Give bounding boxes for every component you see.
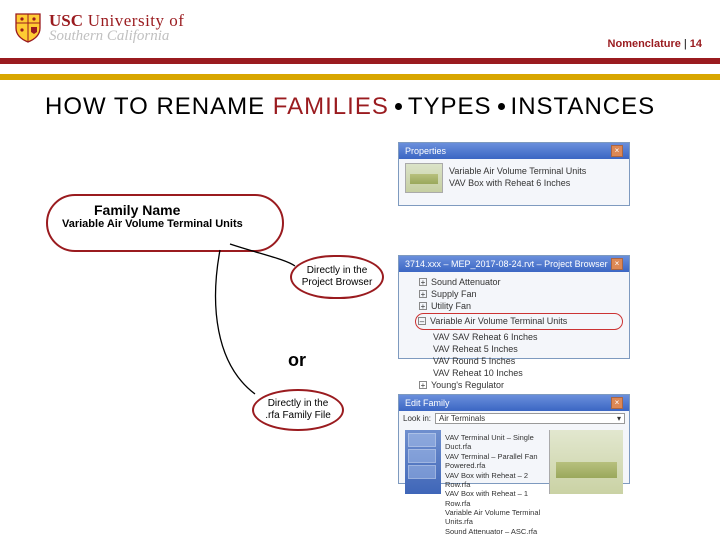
properties-title: Properties bbox=[405, 146, 446, 156]
family-name-value: Variable Air Volume Terminal Units bbox=[62, 218, 268, 230]
tree-item[interactable]: VAV SAV Reheat 6 Inches bbox=[433, 331, 538, 343]
project-browser-tree[interactable]: + Sound Attenuator + Supply Fan + Utility F… bbox=[399, 272, 629, 395]
shield-icon bbox=[15, 13, 41, 43]
family-thumbnail bbox=[405, 163, 443, 193]
properties-panel: Properties × Variable Air Volume Termina… bbox=[398, 142, 630, 206]
place-icon[interactable] bbox=[408, 433, 436, 447]
page-number: 14 bbox=[690, 38, 702, 50]
close-icon[interactable]: × bbox=[611, 397, 623, 409]
close-icon[interactable]: × bbox=[611, 145, 623, 157]
bubble-project-browser-text: Directly in the Project Browser bbox=[298, 265, 376, 289]
file-dialog-titlebar: Edit Family × bbox=[399, 395, 629, 411]
file-item[interactable]: VAV Box with Reheat – 1 Row.rfa bbox=[445, 489, 545, 508]
bubble-rfa-file: Directly in the .rfa Family File bbox=[252, 389, 344, 431]
expand-icon[interactable]: + bbox=[419, 290, 427, 298]
family-name-label: Family Name bbox=[94, 202, 268, 218]
file-list[interactable]: VAV Terminal Unit – Single Duct.rfa VAV … bbox=[441, 430, 549, 494]
tree-item[interactable]: Utility Fan bbox=[431, 300, 471, 312]
section-name: Nomenclature bbox=[608, 38, 681, 50]
properties-text: Variable Air Volume Terminal Units VAV B… bbox=[449, 166, 586, 189]
or-label: or bbox=[288, 350, 306, 371]
places-sidebar[interactable] bbox=[405, 430, 441, 494]
title-types: TYPES bbox=[408, 93, 492, 120]
title-instances: INSTANCES bbox=[511, 93, 656, 120]
lookin-combo[interactable]: Air Terminals ▾ bbox=[435, 413, 625, 424]
bubble-rfa-file-text: Directly in the .rfa Family File bbox=[260, 398, 336, 422]
close-icon[interactable]: × bbox=[611, 258, 623, 270]
tree-item[interactable]: VAV Round 5 Inches bbox=[433, 355, 515, 367]
collapse-icon[interactable]: – bbox=[418, 317, 426, 325]
logo-text: USC University of Southern California bbox=[49, 12, 184, 44]
slide-title: HOW TO RENAME FAMILIES TYPES INSTANCES bbox=[45, 93, 655, 121]
tree-item[interactable]: Sound Attenuator bbox=[431, 276, 501, 288]
usc-logo: USC University of Southern California bbox=[15, 12, 184, 44]
bullet-dot-icon bbox=[498, 103, 505, 110]
place-icon[interactable] bbox=[408, 465, 436, 479]
expand-icon[interactable]: + bbox=[419, 302, 427, 310]
breadcrumb: Nomenclature|14 bbox=[608, 38, 702, 50]
header: USC University of Southern California No… bbox=[0, 0, 720, 78]
tree-item[interactable]: Variable Air Volume Terminal Units bbox=[430, 315, 567, 327]
expand-icon[interactable]: + bbox=[419, 278, 427, 286]
tree-item[interactable]: Supply Fan bbox=[431, 288, 477, 300]
highlighted-family-row: –Variable Air Volume Terminal Units bbox=[415, 313, 623, 329]
tree-item[interactable]: Young's Regulator bbox=[431, 379, 504, 391]
file-item[interactable]: VAV Terminal Unit – Single Duct.rfa bbox=[445, 433, 545, 452]
tree-item[interactable]: VAV Reheat 5 Inches bbox=[433, 343, 518, 355]
file-preview bbox=[549, 430, 623, 494]
file-dialog-title: Edit Family bbox=[405, 398, 450, 408]
properties-family-name: Variable Air Volume Terminal Units bbox=[449, 166, 586, 178]
lookin-row: Look in: Air Terminals ▾ bbox=[399, 411, 629, 426]
properties-titlebar: Properties × bbox=[399, 143, 629, 159]
title-prefix: HOW TO RENAME bbox=[45, 93, 273, 120]
file-item[interactable]: VAV Terminal – Parallel Fan Powered.rfa bbox=[445, 452, 545, 471]
file-item[interactable]: VAV Box with Reheat – 2 Row.rfa bbox=[445, 471, 545, 490]
breadcrumb-divider: | bbox=[681, 38, 690, 50]
bubble-project-browser: Directly in the Project Browser bbox=[290, 255, 384, 299]
bullet-dot-icon bbox=[395, 103, 402, 110]
lookin-value: Air Terminals bbox=[439, 414, 485, 423]
title-families: FAMILIES bbox=[273, 93, 389, 120]
place-icon[interactable] bbox=[408, 449, 436, 463]
lookin-label: Look in: bbox=[403, 414, 431, 423]
chevron-down-icon: ▾ bbox=[617, 414, 621, 423]
tree-item[interactable]: VAV Reheat 10 Inches bbox=[433, 367, 523, 379]
slide-root: USC University of Southern California No… bbox=[0, 0, 720, 540]
properties-type-name: VAV Box with Reheat 6 Inches bbox=[449, 178, 586, 190]
project-browser-titlebar: 3714.xxx – MEP_2017-08-24.rvt – Project … bbox=[399, 256, 629, 272]
file-dialog: Edit Family × Look in: Air Terminals ▾ VA… bbox=[398, 394, 630, 484]
maroon-bar bbox=[0, 58, 720, 64]
file-item[interactable]: Sound Attenuator – ASC.rfa bbox=[445, 527, 545, 536]
file-item[interactable]: Variable Air Volume Terminal Units.rfa bbox=[445, 508, 545, 527]
expand-icon[interactable]: + bbox=[419, 381, 427, 389]
logo-southern-california: Southern California bbox=[49, 29, 184, 44]
project-browser-panel: 3714.xxx – MEP_2017-08-24.rvt – Project … bbox=[398, 255, 630, 359]
gold-bar bbox=[0, 74, 720, 80]
project-browser-title: 3714.xxx – MEP_2017-08-24.rvt – Project … bbox=[405, 259, 608, 269]
